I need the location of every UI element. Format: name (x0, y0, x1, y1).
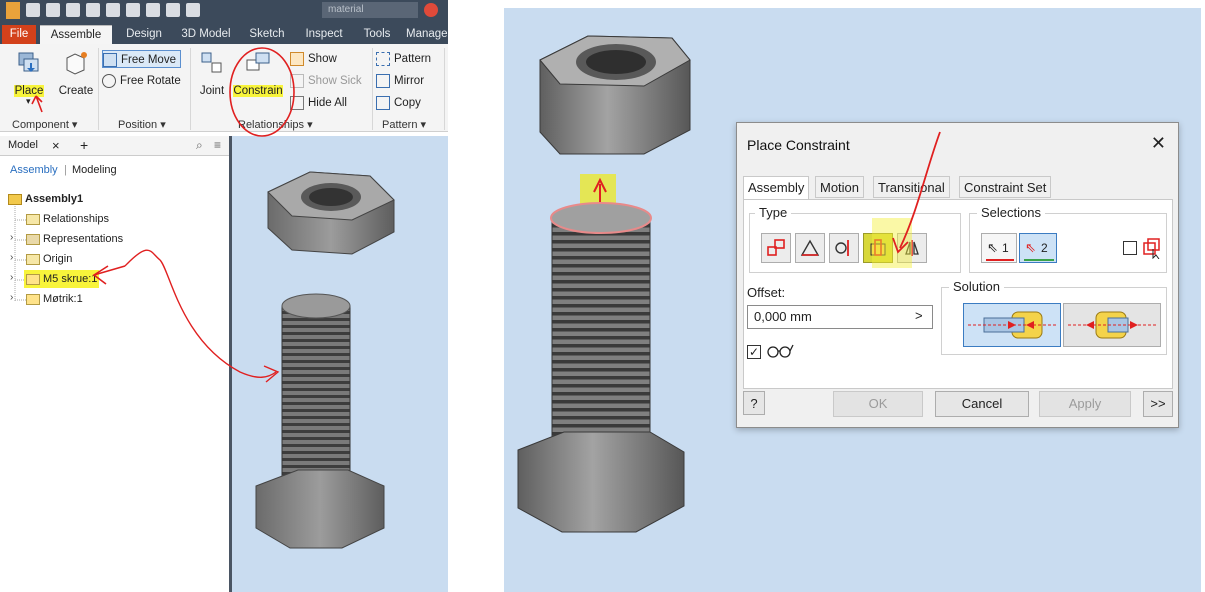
offset-input[interactable]: 0,000 mm (747, 305, 933, 329)
dialog-title: Place Constraint (747, 137, 850, 153)
selection-2-label: 2 (1041, 241, 1048, 255)
tab-constraint-set[interactable]: Constraint Set (959, 176, 1052, 198)
offset-arrow-button[interactable]: > (915, 308, 923, 323)
ok-button[interactable]: OK (833, 391, 923, 417)
annotation-overlay-left (31, 47, 295, 383)
cursor-icon: ⇖ (1025, 240, 1036, 255)
tab-motion[interactable]: Motion (815, 176, 865, 198)
opposed-solution-button[interactable] (963, 303, 1061, 347)
selection-2-button[interactable]: ⇖ 2 (1019, 233, 1057, 263)
predict-offset-checkbox[interactable] (1123, 241, 1137, 255)
tab-assembly[interactable]: Assembly (743, 176, 810, 200)
angle-icon (800, 239, 820, 256)
expand-button[interactable]: >> (1143, 391, 1173, 417)
apply-button[interactable]: Apply (1039, 391, 1131, 417)
type-label: Type (755, 205, 792, 220)
glasses-icon (767, 344, 794, 358)
cancel-button[interactable]: Cancel (935, 391, 1029, 417)
aligned-solution-button[interactable] (1063, 303, 1161, 347)
solution-label: Solution (949, 279, 1004, 294)
angle-constraint-button[interactable] (795, 233, 825, 263)
cursor-icon: ⇖ (987, 240, 998, 255)
offset-label: Offset: (747, 285, 786, 300)
insert-constraint-button[interactable] (863, 233, 893, 263)
show-preview-checkbox[interactable]: ✓ (747, 345, 761, 359)
opposed-solution-icon (968, 311, 1056, 339)
mate-constraint-button[interactable] (761, 233, 791, 263)
selection-1-label: 1 (1002, 241, 1009, 255)
left-screenshot: material File Assemble Design 3D Model S… (0, 0, 448, 592)
help-button[interactable]: ? (743, 391, 765, 415)
aligned-solution-icon (1068, 311, 1156, 339)
insert-icon (870, 239, 886, 256)
close-icon[interactable]: ✕ (1151, 133, 1166, 154)
tangent-icon (835, 240, 849, 256)
selections-label: Selections (977, 205, 1045, 220)
tangent-constraint-button[interactable] (829, 233, 859, 263)
mate-icon (767, 239, 785, 256)
selection-1-button[interactable]: ⇖ 1 (981, 233, 1017, 263)
first-click-icon (1143, 238, 1160, 259)
symmetry-icon (905, 240, 919, 256)
place-constraint-dialog: Place Constraint ✕ Assembly Motion Trans… (736, 122, 1179, 428)
symmetry-constraint-button[interactable] (897, 233, 927, 263)
tab-transitional[interactable]: Transitional (873, 176, 950, 198)
